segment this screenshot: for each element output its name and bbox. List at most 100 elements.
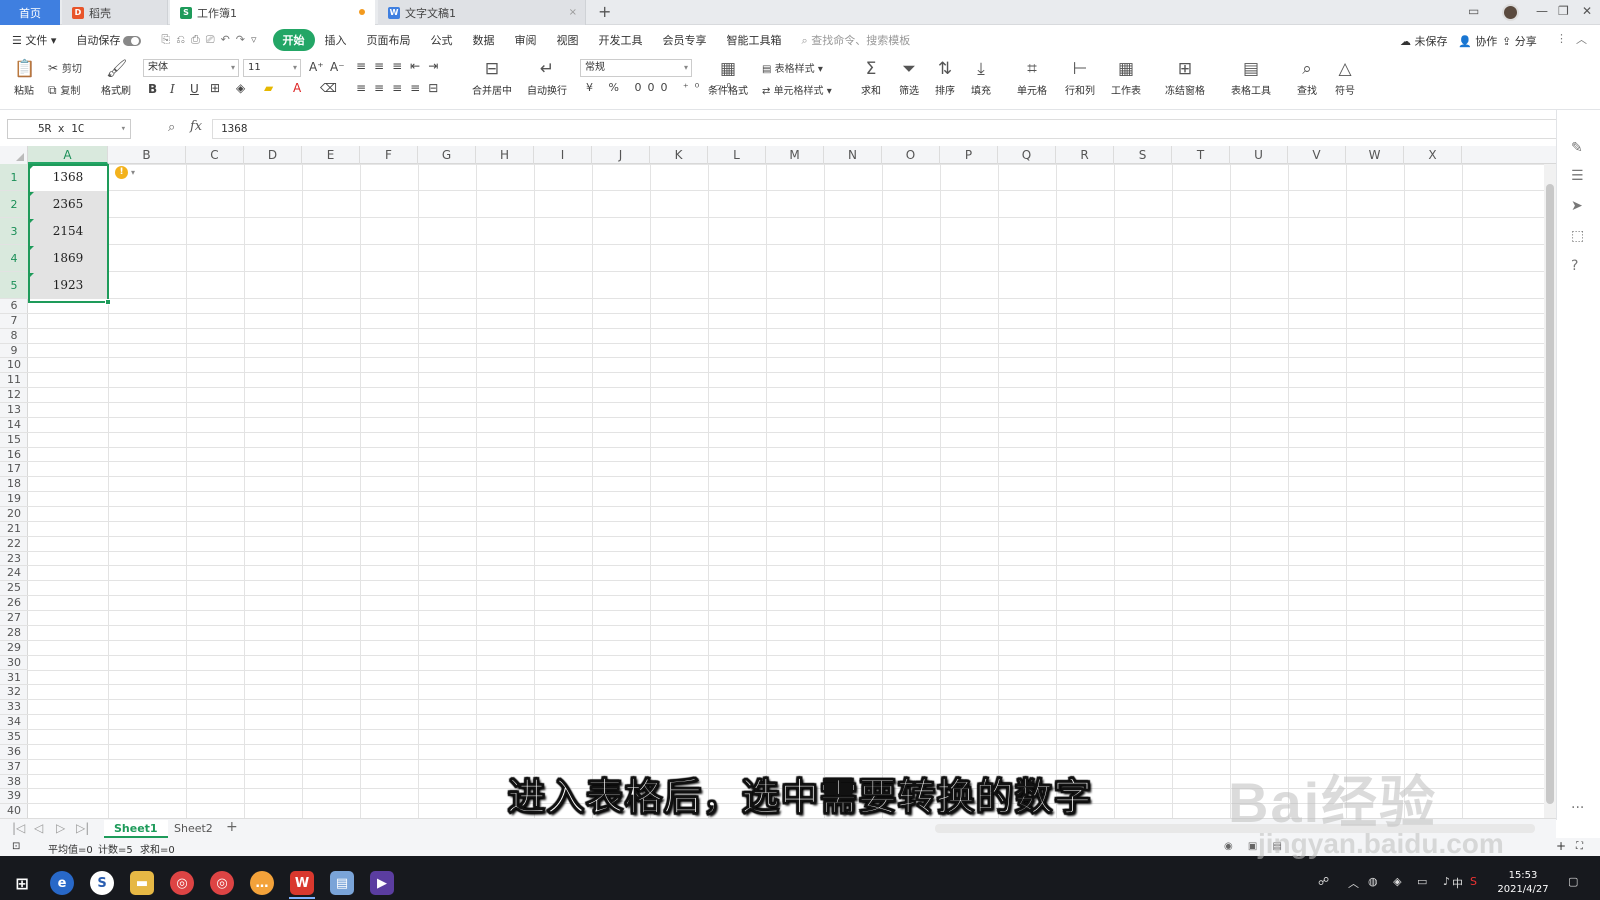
wrap-text-button[interactable]: ↵ 自动换行 <box>522 59 572 97</box>
media-player-icon[interactable]: ▶ <box>370 871 394 895</box>
row-header[interactable]: 8 <box>0 329 28 344</box>
row-header[interactable]: 34 <box>0 715 28 730</box>
first-sheet-icon[interactable]: |◁ <box>12 821 25 835</box>
file-menu[interactable]: ☰ 文件 ▾ <box>0 32 66 48</box>
tab-insert[interactable]: 插入 <box>315 32 357 48</box>
number-format-select[interactable]: 常规 <box>580 59 692 77</box>
border-icon[interactable]: ⊞ <box>210 81 220 95</box>
row-header[interactable]: 17 <box>0 462 28 478</box>
tab-home[interactable]: 首页 <box>0 0 60 25</box>
notepad-icon[interactable]: ▤ <box>330 871 354 895</box>
row-header[interactable]: 6 <box>0 299 28 314</box>
column-header[interactable]: J <box>592 146 650 164</box>
tab-formulas[interactable]: 公式 <box>421 32 463 48</box>
sliders-icon[interactable]: ☰ <box>1571 168 1584 184</box>
column-header[interactable]: I <box>534 146 592 164</box>
merge-center-button[interactable]: ⊟ 合并居中 <box>466 59 518 97</box>
sogou-icon[interactable]: S <box>90 871 114 895</box>
formula-input[interactable]: 1368 <box>212 119 1562 139</box>
wps-icon[interactable]: W <box>290 871 314 895</box>
bold-button[interactable]: B <box>148 82 157 96</box>
row-header[interactable]: 21 <box>0 522 28 537</box>
row-header[interactable]: 18 <box>0 477 28 493</box>
italic-button[interactable]: I <box>170 82 175 96</box>
cells-button[interactable]: ⌗ 单元格 <box>1012 59 1052 97</box>
row-header[interactable]: 7 <box>0 314 28 329</box>
file-explorer-icon[interactable]: ▬ <box>130 871 154 895</box>
notification-icon[interactable]: ▢ <box>1568 875 1578 888</box>
increase-font-icon[interactable]: A⁺ <box>309 60 324 74</box>
row-header[interactable]: 22 <box>0 537 28 552</box>
more-icon[interactable]: ⋮ <box>1556 32 1567 45</box>
error-warning-icon[interactable]: ! <box>115 166 128 179</box>
row-header[interactable]: 31 <box>0 671 28 686</box>
sheet-tab-sheet1[interactable]: Sheet1 <box>104 820 168 838</box>
ime-indicator[interactable]: 中 <box>1452 875 1463 891</box>
cell-a4[interactable]: 1869 <box>28 245 108 272</box>
command-search[interactable]: ⌕ 查找命令、搜索模板 <box>792 32 921 48</box>
find-button[interactable]: ⌕ 查找 <box>1292 59 1322 97</box>
tab-member[interactable]: 会员专享 <box>653 32 717 48</box>
sheet-tab-sheet2[interactable]: Sheet2 <box>164 820 223 838</box>
tab-home-ribbon[interactable]: 开始 <box>272 29 315 51</box>
column-header[interactable]: V <box>1288 146 1346 164</box>
row-header[interactable]: 12 <box>0 388 28 404</box>
row-header[interactable]: 33 <box>0 700 28 716</box>
collapse-ribbon-icon[interactable]: ︿ <box>1576 31 1587 47</box>
row-header[interactable]: 36 <box>0 745 28 760</box>
sum-button[interactable]: Σ 求和 <box>856 59 886 97</box>
sogou-ime-icon[interactable]: S <box>1470 875 1477 888</box>
autosave-toggle[interactable]: 自动保存 <box>66 32 151 48</box>
row-header[interactable]: 27 <box>0 611 28 626</box>
cell-a2[interactable]: 2365 <box>28 191 108 218</box>
next-sheet-icon[interactable]: ▷ <box>56 821 65 835</box>
freeze-panes-button[interactable]: ⊞ 冻结窗格 <box>1160 59 1210 97</box>
column-header[interactable]: M <box>766 146 824 164</box>
vertical-align-group[interactable]: ≡≡≡⇤⇥ <box>356 59 446 73</box>
column-header[interactable]: W <box>1346 146 1404 164</box>
shape-icon[interactable]: ⬚ <box>1571 228 1584 244</box>
new-tab-button[interactable]: + <box>598 2 611 21</box>
row-header[interactable]: 28 <box>0 626 28 641</box>
cell-a5[interactable]: 1923 <box>28 272 108 299</box>
column-header[interactable]: F <box>360 146 418 164</box>
unsaved-status[interactable]: ☁ 未保存 <box>1400 33 1448 49</box>
column-header[interactable]: C <box>186 146 244 164</box>
format-painter-button[interactable]: 🖌 格式刷 <box>98 59 134 97</box>
cell-a3[interactable]: 2154 <box>28 218 108 245</box>
row-header[interactable]: 10 <box>0 358 28 374</box>
worksheet-button[interactable]: ▦ 工作表 <box>1106 59 1146 97</box>
window-layout-icon[interactable]: ▭ <box>1468 4 1479 18</box>
windows-start-icon[interactable]: ⊞ <box>10 871 34 895</box>
user-avatar[interactable] <box>1502 4 1519 21</box>
column-header[interactable]: S <box>1114 146 1172 164</box>
row-header[interactable]: 26 <box>0 596 28 612</box>
row-header[interactable]: 25 <box>0 581 28 597</box>
scroll-thumb[interactable] <box>1546 184 1554 804</box>
column-header[interactable]: P <box>940 146 998 164</box>
font-color-icon[interactable]: A <box>293 81 301 95</box>
table-style-button[interactable]: ▤ 表格样式 ▾ <box>762 60 823 75</box>
fill-button[interactable]: ⤓ 填充 <box>966 59 996 97</box>
chat-app-icon[interactable]: … <box>250 871 274 895</box>
tab-smart-tools[interactable]: 智能工具箱 <box>717 32 792 48</box>
tab-writer-doc[interactable]: W 文字文稿1 × <box>378 0 586 25</box>
row-header[interactable]: 19 <box>0 492 28 508</box>
row-header[interactable]: 13 <box>0 403 28 418</box>
clear-format-icon[interactable]: ⌫ <box>320 81 337 95</box>
warning-dropdown-icon[interactable]: ▾ <box>131 168 135 177</box>
collab-button[interactable]: 👤 协作 <box>1458 33 1497 49</box>
column-header[interactable]: R <box>1056 146 1114 164</box>
zoom-formula-icon[interactable]: ⌕ <box>168 120 175 135</box>
rows-cols-button[interactable]: ⊢ 行和列 <box>1060 59 1100 97</box>
column-header[interactable]: G <box>418 146 476 164</box>
tray-icons[interactable]: ◍ ◈ ▭ ♪ <box>1368 875 1456 888</box>
underline-button[interactable]: U <box>190 82 199 96</box>
column-header[interactable]: E <box>302 146 360 164</box>
cell-a1[interactable]: 1368 <box>28 164 108 191</box>
restore-icon[interactable]: ❐ <box>1558 4 1569 18</box>
row-header[interactable]: 2 <box>0 191 28 218</box>
column-header[interactable]: L <box>708 146 766 164</box>
row-header[interactable]: 3 <box>0 218 28 245</box>
column-header[interactable]: K <box>650 146 708 164</box>
